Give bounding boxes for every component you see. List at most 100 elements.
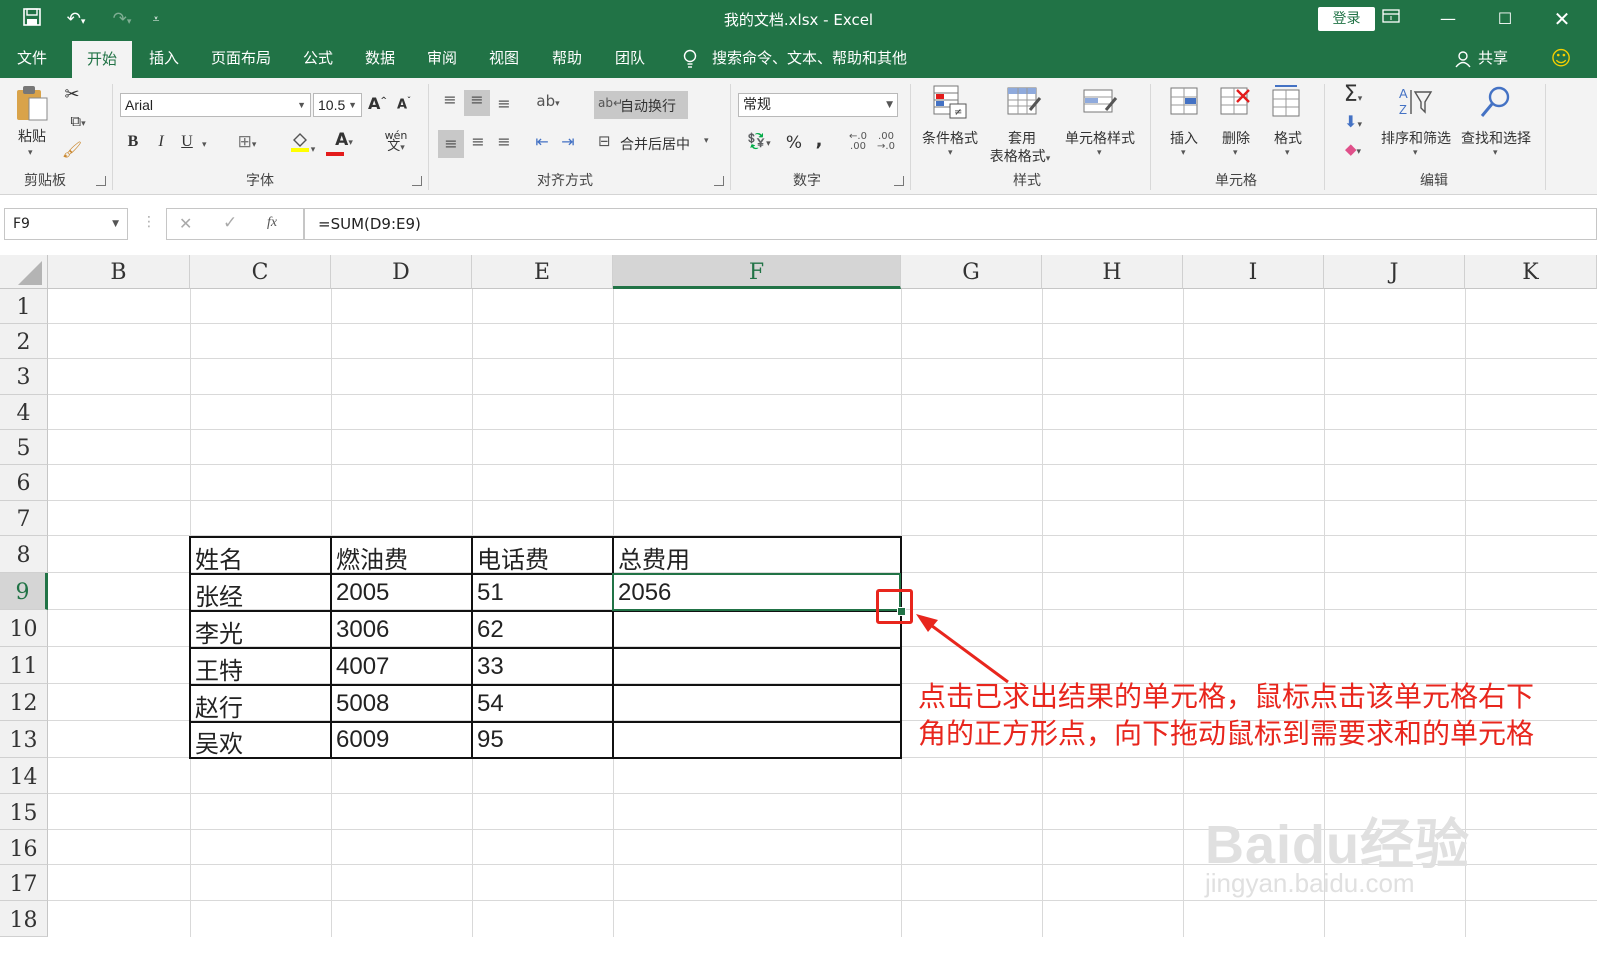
paste-icon[interactable] [12, 84, 52, 124]
align-left-icon[interactable]: ≡ [438, 130, 464, 158]
align-right-icon[interactable]: ≡ [492, 132, 516, 151]
table-cell[interactable]: 62 [477, 616, 504, 644]
format-painter-icon[interactable]: 🖌 [60, 140, 84, 162]
maximize-icon[interactable]: ☐ [1488, 5, 1522, 33]
column-header-i[interactable]: I [1183, 255, 1324, 289]
italic-button[interactable]: I [152, 133, 170, 151]
table-cell[interactable]: 2005 [336, 579, 389, 607]
increase-font-icon[interactable]: A^ [368, 94, 387, 113]
table-cell[interactable]: 李光 [195, 614, 243, 649]
border-icon[interactable]: ⊞▾ [228, 132, 266, 152]
clipboard-launcher-icon[interactable] [96, 176, 106, 186]
column-header-j[interactable]: J [1324, 255, 1465, 289]
number-launcher-icon[interactable] [894, 176, 904, 186]
row-header-2[interactable]: 2 [0, 324, 48, 359]
row-header-17[interactable]: 17 [0, 865, 48, 901]
align-center-icon[interactable]: ≡ [466, 132, 490, 151]
decrease-decimal-icon[interactable]: .00 →.0 [874, 132, 898, 152]
font-launcher-icon[interactable] [412, 176, 422, 186]
row-header-12[interactable]: 12 [0, 684, 48, 721]
find-select-icon[interactable] [1476, 84, 1516, 122]
table-cell[interactable]: 张经 [195, 577, 243, 612]
wrap-text-button[interactable]: ab↵ 自动换行 [594, 91, 688, 119]
fill-color-icon[interactable]: ▾ [282, 130, 322, 156]
insert-function-button[interactable]: fx [267, 215, 277, 231]
align-bottom-icon[interactable]: ≡ [492, 94, 516, 113]
table-cell[interactable]: 王特 [195, 651, 243, 686]
increase-indent-icon[interactable]: ⇥ [556, 132, 580, 151]
table-cell[interactable]: 33 [477, 653, 504, 681]
table-cell[interactable]: 95 [477, 726, 504, 754]
formula-input[interactable]: =SUM(D9:E9) [304, 208, 1597, 240]
increase-decimal-icon[interactable]: ←.0.00 [846, 132, 870, 152]
name-box-dropdown-icon[interactable]: ▼ [112, 209, 119, 239]
insert-cells-label[interactable]: 插入 [1166, 128, 1202, 148]
column-header-f[interactable]: F [613, 255, 901, 289]
tab-home[interactable]: 开始 [72, 41, 132, 78]
table-header-phone[interactable]: 电话费 [477, 540, 549, 575]
sort-filter-icon[interactable]: AZ [1396, 84, 1436, 122]
insert-cells-icon[interactable] [1168, 84, 1202, 122]
underline-button[interactable]: U [178, 133, 196, 151]
find-select-label[interactable]: 查找和选择 [1456, 128, 1536, 148]
row-header-4[interactable]: 4 [0, 395, 48, 430]
fill-icon[interactable]: ⬇▾ [1336, 112, 1370, 131]
cell-styles-icon[interactable] [1080, 84, 1120, 124]
alignment-launcher-icon[interactable] [714, 176, 724, 186]
tab-team[interactable]: 团队 [604, 38, 656, 78]
cancel-entry-icon[interactable]: ✕ [179, 214, 192, 233]
table-cell[interactable]: 51 [477, 579, 504, 607]
percent-style-button[interactable]: % [784, 133, 804, 153]
tab-formulas[interactable]: 公式 [292, 38, 344, 78]
cut-icon[interactable]: ✂ [60, 84, 84, 106]
column-header-c[interactable]: C [190, 255, 331, 289]
row-header-3[interactable]: 3 [0, 359, 48, 395]
share-button[interactable]: 共享 [1478, 38, 1508, 78]
table-cell[interactable]: 吴欢 [195, 724, 243, 759]
conditional-formatting-label[interactable]: 条件格式 [918, 128, 982, 148]
merge-dropdown-icon[interactable]: ▾ [704, 136, 709, 146]
row-header-6[interactable]: 6 [0, 465, 48, 501]
column-header-b[interactable]: B [48, 255, 190, 289]
orientation-icon[interactable]: ab▾ [530, 92, 566, 110]
font-size-combo[interactable]: 10.5 ▼ [313, 93, 362, 117]
align-top-icon[interactable]: ≡ [438, 90, 462, 109]
row-header-18[interactable]: 18 [0, 901, 48, 937]
format-cells-label[interactable]: 格式 [1270, 128, 1306, 148]
cell-styles-label[interactable]: 单元格样式 [1060, 128, 1140, 148]
tab-review[interactable]: 审阅 [416, 38, 468, 78]
column-header-e[interactable]: E [472, 255, 613, 289]
close-icon[interactable]: ✕ [1545, 5, 1579, 33]
font-color-icon[interactable]: A▾ [324, 130, 364, 156]
sort-filter-label[interactable]: 排序和筛选 [1376, 128, 1456, 148]
number-format-combo[interactable]: 常规 ▼ [738, 93, 898, 117]
format-dropdown-icon[interactable]: ▾ [1285, 148, 1290, 158]
copy-icon[interactable]: ⧉▾ [60, 112, 96, 134]
table-cell[interactable]: 赵行 [195, 688, 243, 723]
row-header-5[interactable]: 5 [0, 430, 48, 465]
confirm-entry-icon[interactable]: ✓ [223, 213, 237, 233]
column-header-h[interactable]: H [1042, 255, 1183, 289]
row-header-9[interactable]: 9 [0, 573, 48, 610]
table-cell[interactable]: 5008 [336, 690, 389, 718]
sort-filter-dropdown-icon[interactable]: ▾ [1413, 148, 1418, 158]
paste-label[interactable]: 粘贴 [14, 126, 50, 146]
row-header-7[interactable]: 7 [0, 501, 48, 536]
insert-dropdown-icon[interactable]: ▾ [1181, 148, 1186, 158]
cell-styles-dropdown-icon[interactable]: ▾ [1097, 148, 1102, 158]
format-as-table-label-2[interactable]: 表格格式▾ [984, 146, 1056, 166]
find-select-dropdown-icon[interactable]: ▾ [1493, 148, 1498, 158]
row-header-16[interactable]: 16 [0, 830, 48, 865]
tab-insert[interactable]: 插入 [138, 38, 190, 78]
autosum-icon[interactable]: Σ▾ [1336, 82, 1370, 107]
table-header-fuel[interactable]: 燃油费 [336, 540, 408, 575]
accounting-format-icon[interactable]: 💱▾ [740, 132, 778, 150]
table-header-name[interactable]: 姓名 [195, 540, 243, 575]
decrease-font-icon[interactable]: Aˇ [396, 96, 412, 112]
font-name-combo[interactable]: Arial ▼ [120, 93, 311, 117]
paste-dropdown-icon[interactable]: ▾ [28, 148, 33, 158]
delete-cells-icon[interactable] [1218, 84, 1252, 122]
minimize-icon[interactable]: — [1431, 5, 1465, 33]
format-cells-icon[interactable] [1270, 84, 1304, 122]
row-header-15[interactable]: 15 [0, 794, 48, 830]
